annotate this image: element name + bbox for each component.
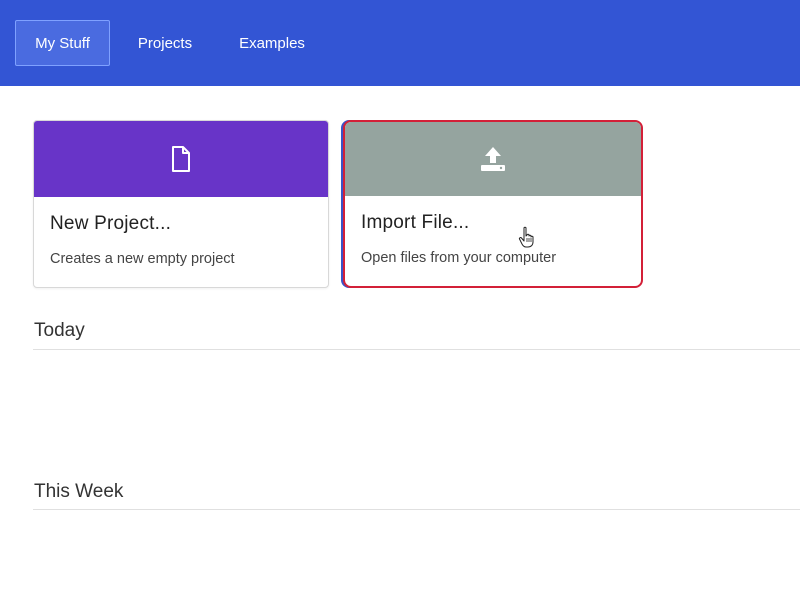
new-project-description: Creates a new empty project <box>50 251 235 267</box>
top-navigation-bar: My Stuff Projects Examples <box>0 0 800 86</box>
hand-pointer-cursor-icon <box>518 226 534 248</box>
import-file-description: Open files from your computer <box>361 250 557 266</box>
new-project-card[interactable]: New Project... Creates a new empty proje… <box>33 120 329 288</box>
tab-examples[interactable]: Examples <box>222 20 322 66</box>
import-file-title: Import File... <box>361 212 470 233</box>
tab-my-stuff[interactable]: My Stuff <box>15 20 110 66</box>
tab-projects[interactable]: Projects <box>122 20 208 66</box>
file-icon <box>172 146 190 172</box>
new-project-card-header <box>34 121 328 197</box>
new-project-title: New Project... <box>50 213 172 234</box>
section-today-divider <box>33 349 800 350</box>
import-file-card-header <box>345 122 641 196</box>
section-this-week-divider <box>33 509 800 510</box>
tab-projects-label: Projects <box>137 34 193 52</box>
import-file-card[interactable]: Import File... Open files from your comp… <box>343 120 643 288</box>
tab-examples-label: Examples <box>239 34 305 52</box>
tab-my-stuff-label: My Stuff <box>35 34 90 52</box>
section-today-heading: Today <box>34 320 85 341</box>
upload-icon <box>481 147 505 171</box>
section-this-week-heading: This Week <box>34 481 124 502</box>
